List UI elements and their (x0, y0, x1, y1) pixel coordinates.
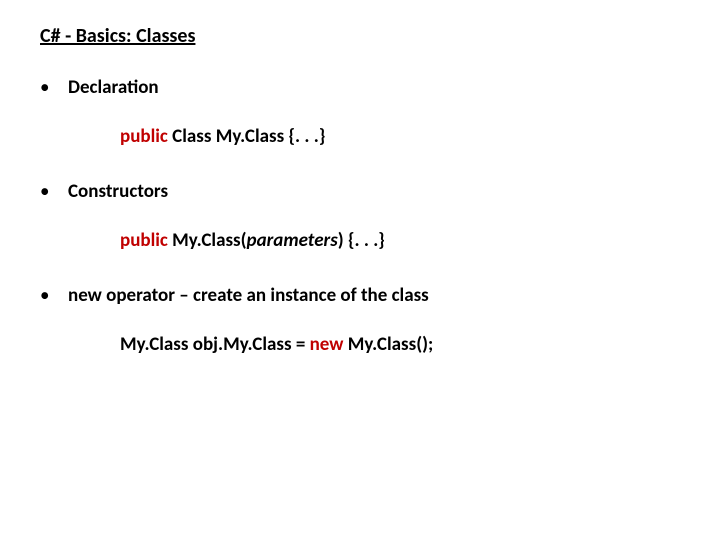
bullet-declaration: • Declaration (40, 76, 680, 99)
bullet-dot-icon: • (40, 76, 68, 99)
code-declaration: public Class My.Class {. . .} (120, 125, 680, 148)
bullet-new-keyword: new (68, 284, 102, 307)
code-ctor-post: ) {. . .} (338, 229, 385, 252)
keyword-public: public (120, 229, 168, 252)
bullet-new-rest: operator – create an instance of the cla… (102, 284, 429, 307)
code-ctor-param: parameters (247, 229, 338, 252)
slide-body: C# - Basics: Classes • Declaration publi… (0, 0, 720, 412)
bullet-new-operator: • new operator – create an instance of t… (40, 284, 680, 307)
keyword-new: new (310, 333, 344, 356)
code-instance: My.Class obj.My.Class = new My.Class(); (120, 333, 680, 356)
slide-title: C# - Basics: Classes (40, 24, 680, 48)
code-constructor: public My.Class(parameters) {. . .} (120, 229, 680, 252)
bullet-new-operator-label: new operator – create an instance of the… (68, 284, 429, 307)
bullet-declaration-label: Declaration (68, 76, 159, 99)
keyword-public: public (120, 125, 168, 148)
code-declaration-rest: Class My.Class {. . .} (168, 125, 325, 148)
bullet-dot-icon: • (40, 284, 68, 307)
code-ctor-pre: My.Class( (168, 229, 247, 252)
code-instance-rhs: My.Class(); (343, 333, 433, 356)
bullet-constructors: • Constructors (40, 180, 680, 203)
bullet-dot-icon: • (40, 180, 68, 203)
bullet-constructors-label: Constructors (68, 180, 168, 203)
code-instance-lhs: My.Class obj.My.Class = (120, 333, 310, 356)
